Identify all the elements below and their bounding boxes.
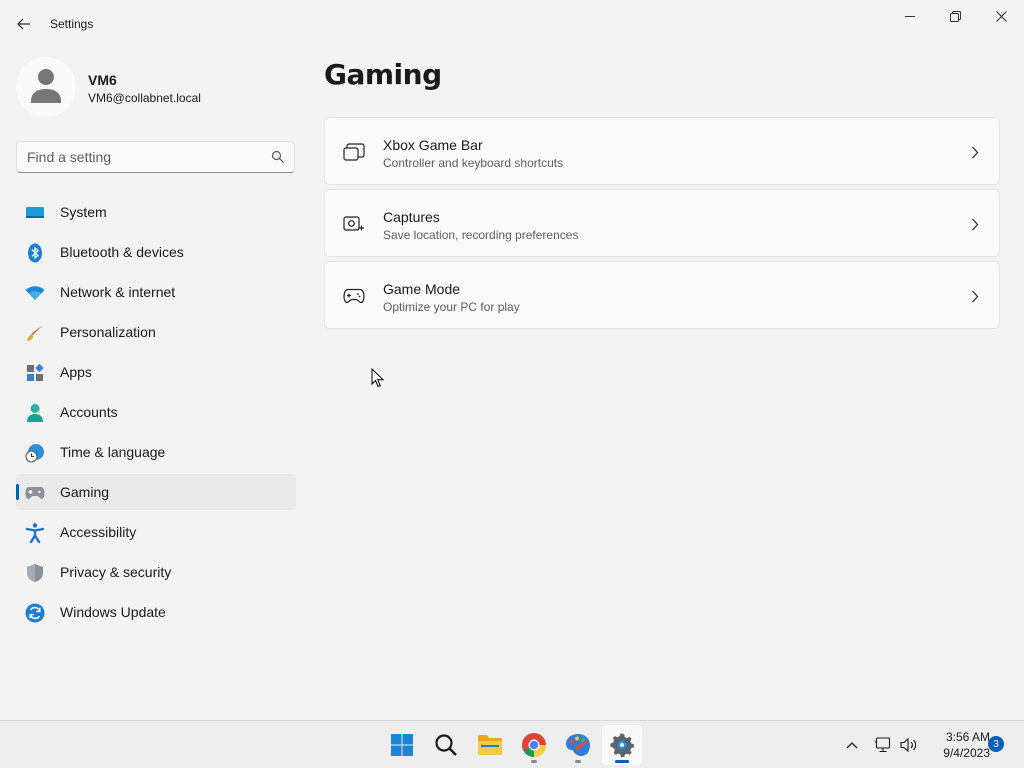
taskbar-clock[interactable]: 3:56 AM 9/4/2023: [924, 729, 990, 761]
chevron-right-icon: [969, 145, 981, 159]
brush-icon: [25, 323, 45, 343]
network-status-button[interactable]: [872, 733, 894, 757]
user-name: VM6: [88, 72, 117, 88]
card-subtitle: Controller and keyboard shortcuts: [383, 156, 564, 170]
start-icon: [391, 734, 413, 756]
gamepad-icon: [25, 483, 45, 503]
sidebar-item-privacy[interactable]: Privacy & security: [16, 554, 296, 590]
shield-icon: [25, 563, 45, 583]
accessibility-icon: [25, 523, 45, 543]
chrome-icon: [521, 733, 546, 757]
settings-icon: [610, 733, 634, 758]
card-subtitle: Save location, recording preferences: [383, 228, 579, 242]
minimize-button[interactable]: [887, 4, 933, 28]
card-title: Game Mode: [383, 281, 461, 297]
sidebar-item-label: Personalization: [60, 324, 156, 340]
user-email: VM6@collabnet.local: [88, 91, 201, 105]
sidebar-item-label: Windows Update: [60, 604, 166, 620]
sidebar-item-label: Time & language: [60, 444, 166, 460]
restore-button[interactable]: [932, 4, 978, 28]
active-app-indicator: [615, 760, 629, 763]
restore-icon: [949, 10, 961, 22]
card-subtitle: Optimize your PC for play: [383, 300, 520, 314]
sidebar-nav: System Bluetooth & devices Network & int…: [16, 194, 296, 634]
bluetooth-icon: [25, 243, 45, 263]
taskbar-settings[interactable]: [602, 725, 642, 765]
apps-icon: [25, 363, 45, 383]
sidebar-item-label: Bluetooth & devices: [60, 244, 184, 260]
user-icon: [31, 69, 61, 103]
file-explorer-icon: [478, 735, 502, 755]
card-captures[interactable]: Captures Save location, recording prefer…: [324, 189, 1000, 257]
search-icon[interactable]: [271, 150, 285, 164]
back-button[interactable]: [12, 12, 36, 36]
search-box[interactable]: [16, 141, 295, 173]
network-wired-icon: [874, 737, 891, 753]
minimize-icon: [905, 16, 915, 17]
taskbar-search-button[interactable]: [426, 725, 466, 765]
capture-icon: [343, 214, 365, 234]
taskbar-start-button[interactable]: [382, 725, 422, 765]
page-title: Gaming: [324, 58, 442, 91]
sidebar-item-label: Gaming: [60, 484, 110, 500]
wifi-icon: [25, 283, 45, 303]
sidebar-item-windows-update[interactable]: Windows Update: [16, 594, 296, 630]
sidebar-item-network[interactable]: Network & internet: [16, 274, 296, 310]
chevron-right-icon: [969, 289, 981, 303]
running-indicator: [575, 760, 581, 763]
sidebar-item-apps[interactable]: Apps: [16, 354, 296, 390]
taskbar-paint[interactable]: [558, 725, 598, 765]
globe-clock-icon: [25, 443, 45, 463]
volume-button[interactable]: [898, 733, 920, 757]
card-xbox-game-bar[interactable]: Xbox Game Bar Controller and keyboard sh…: [324, 117, 1000, 185]
taskbar-file-explorer[interactable]: [470, 725, 510, 765]
sidebar-item-personalization[interactable]: Personalization: [16, 314, 296, 350]
search-input[interactable]: [27, 142, 257, 172]
game-bar-icon: [343, 142, 365, 162]
game-mode-icon: [343, 286, 365, 306]
back-arrow-icon: [17, 18, 30, 30]
clock-time: 3:56 AM: [945, 730, 990, 744]
sidebar-item-gaming[interactable]: Gaming: [16, 474, 296, 510]
sidebar-item-label: Accounts: [60, 404, 118, 420]
search-icon: [435, 734, 457, 756]
sidebar-item-bluetooth[interactable]: Bluetooth & devices: [16, 234, 296, 270]
sidebar-item-system[interactable]: System: [16, 194, 296, 230]
sidebar-item-accounts[interactable]: Accounts: [16, 394, 296, 430]
chevron-up-icon: [846, 742, 858, 749]
system-icon: [25, 203, 45, 223]
taskbar-chrome[interactable]: [514, 725, 554, 765]
notification-badge[interactable]: 3: [988, 736, 1004, 752]
volume-icon: [900, 737, 917, 753]
sidebar-item-label: Privacy & security: [60, 564, 172, 580]
sidebar-item-label: Apps: [60, 364, 92, 380]
accounts-icon: [25, 403, 45, 423]
card-title: Captures: [383, 209, 440, 225]
avatar[interactable]: [16, 57, 76, 117]
chevron-right-icon: [969, 217, 981, 231]
card-game-mode[interactable]: Game Mode Optimize your PC for play: [324, 261, 1000, 329]
card-title: Xbox Game Bar: [383, 137, 483, 153]
paint-icon: [566, 734, 590, 756]
sidebar-item-label: Accessibility: [60, 524, 137, 540]
clock-date: 9/4/2023: [943, 746, 990, 760]
running-indicator: [531, 760, 537, 763]
mouse-cursor-icon: [371, 368, 385, 388]
sidebar-item-label: Network & internet: [60, 284, 176, 300]
sidebar-item-label: System: [60, 204, 107, 220]
sidebar-item-time-language[interactable]: Time & language: [16, 434, 296, 470]
show-hidden-icons-button[interactable]: [842, 733, 862, 757]
title-bar: Settings: [0, 0, 1024, 48]
close-icon: [995, 10, 1007, 22]
taskbar: 3:56 AM 9/4/2023: [0, 720, 1024, 768]
selection-indicator: [16, 484, 19, 500]
update-icon: [25, 603, 45, 623]
sidebar-item-accessibility[interactable]: Accessibility: [16, 514, 296, 550]
app-title: Settings: [50, 17, 94, 31]
close-button[interactable]: [978, 4, 1024, 28]
